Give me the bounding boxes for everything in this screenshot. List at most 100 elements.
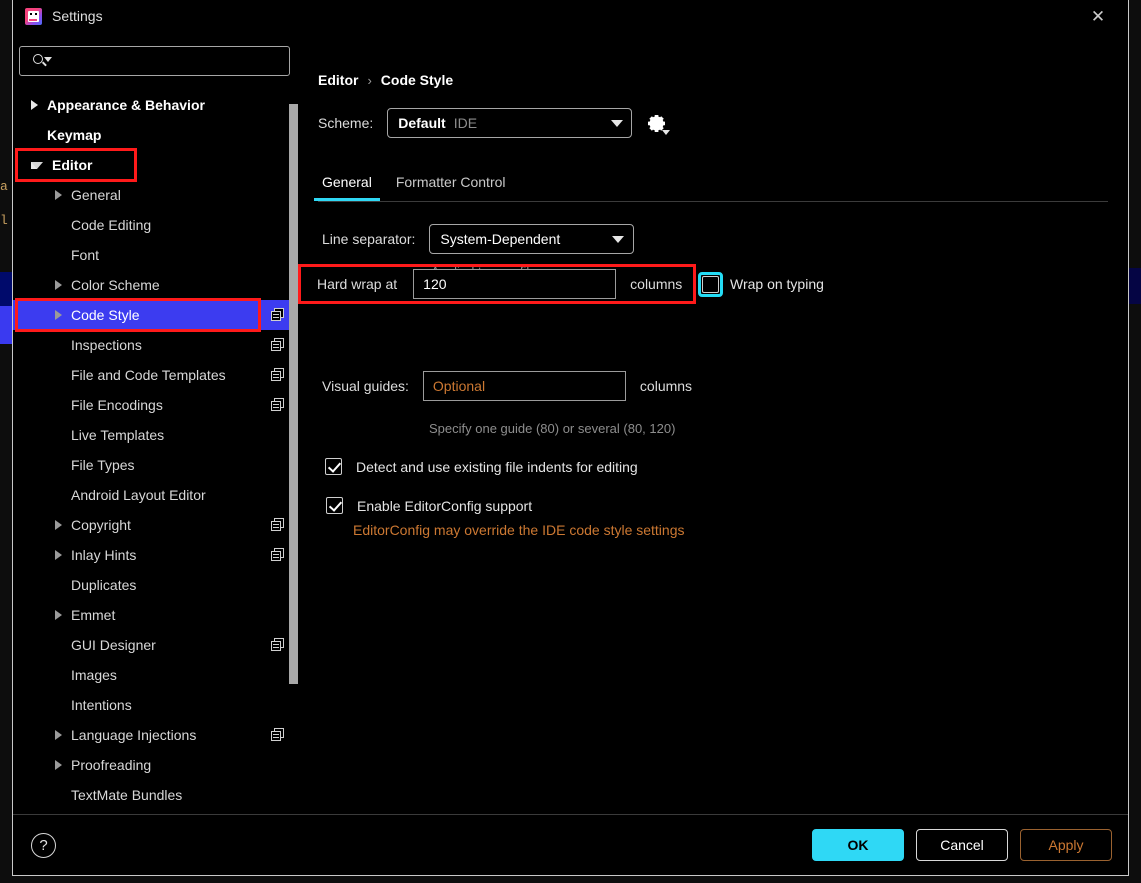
dialog-title: Settings <box>52 8 103 24</box>
sidebar-item-live-templates[interactable]: Live Templates <box>13 420 298 450</box>
search-input[interactable] <box>50 53 281 70</box>
sidebar-item-label: File Types <box>71 457 135 473</box>
chevron-right-icon[interactable] <box>55 610 62 620</box>
visual-guides-input[interactable] <box>423 371 626 401</box>
settings-dialog: Settings ✕ Appearance & BehaviorKeymapEd… <box>12 0 1129 876</box>
sidebar-item-proofreading[interactable]: Proofreading <box>13 750 298 780</box>
sidebar-item-inlay-hints[interactable]: Inlay Hints <box>13 540 298 570</box>
breadcrumb: Editor › Code Style <box>318 72 1108 88</box>
sidebar-item-file-encodings[interactable]: File Encodings <box>13 390 298 420</box>
sidebar-item-file-and-code-templates[interactable]: File and Code Templates <box>13 360 298 390</box>
wrap-on-typing-annotation-ring <box>698 272 723 297</box>
hard-wrap-input[interactable] <box>413 269 616 299</box>
chevron-right-icon[interactable] <box>31 100 38 110</box>
sidebar-item-label: Color Scheme <box>71 277 160 293</box>
wrap-on-typing-row: Wrap on typing <box>702 264 824 304</box>
tab-bar: General Formatter Control <box>318 174 1108 202</box>
copy-settings-icon[interactable] <box>271 518 284 531</box>
chevron-right-icon[interactable] <box>55 310 62 320</box>
sidebar-item-label: Code Style <box>71 307 139 323</box>
sidebar-item-label: Inspections <box>71 337 142 353</box>
sidebar-item-keymap[interactable]: Keymap <box>13 120 298 150</box>
detect-indents-label: Detect and use existing file indents for… <box>356 459 638 475</box>
sidebar-item-intentions[interactable]: Intentions <box>13 690 298 720</box>
line-separator-value: System-Dependent <box>440 231 602 247</box>
copy-settings-icon[interactable] <box>271 548 284 561</box>
sidebar-item-label: Appearance & Behavior <box>47 97 205 113</box>
tab-underline <box>318 201 1108 202</box>
sidebar-item-code-editing[interactable]: Code Editing <box>13 210 298 240</box>
help-icon[interactable]: ? <box>31 833 56 858</box>
editorconfig-checkbox[interactable] <box>326 497 343 514</box>
scheme-value: Default <box>398 115 445 131</box>
copy-settings-icon[interactable] <box>271 638 284 651</box>
sidebar-item-code-style[interactable]: Code Style <box>13 300 298 330</box>
sidebar-item-label: Inlay Hints <box>71 547 136 563</box>
copy-settings-icon[interactable] <box>271 398 284 411</box>
sidebar-item-images[interactable]: Images <box>13 660 298 690</box>
sidebar-item-label: File and Code Templates <box>71 367 226 383</box>
hard-wrap-label: Hard wrap at <box>317 276 397 292</box>
sidebar-item-appearance-behavior[interactable]: Appearance & Behavior <box>13 90 298 120</box>
sidebar-item-emmet[interactable]: Emmet <box>13 600 298 630</box>
sidebar-item-language-injections[interactable]: Language Injections <box>13 720 298 750</box>
chevron-right-icon[interactable] <box>55 520 62 530</box>
apply-button[interactable]: Apply <box>1020 829 1112 861</box>
visual-guides-label: Visual guides: <box>322 378 409 394</box>
gear-icon[interactable] <box>646 112 668 134</box>
tab-formatter-control[interactable]: Formatter Control <box>396 174 506 201</box>
settings-content-pane: Editor › Code Style Scheme: Default IDE <box>298 32 1128 814</box>
sidebar-item-copyright[interactable]: Copyright <box>13 510 298 540</box>
sidebar-item-label: TextMate Bundles <box>71 787 182 803</box>
chevron-right-icon[interactable] <box>55 190 62 200</box>
chevron-right-icon[interactable] <box>55 730 62 740</box>
sidebar-item-inspections[interactable]: Inspections <box>13 330 298 360</box>
scheme-dropdown[interactable]: Default IDE <box>387 108 632 138</box>
ok-button[interactable]: OK <box>812 829 904 861</box>
line-separator-label: Line separator: <box>322 231 415 247</box>
detect-indents-checkbox[interactable] <box>325 458 342 475</box>
sidebar-item-file-types[interactable]: File Types <box>13 450 298 480</box>
sidebar-item-editor[interactable]: Editor <box>13 150 298 180</box>
close-icon[interactable]: ✕ <box>1076 0 1120 32</box>
sidebar-item-label: Code Editing <box>71 217 151 233</box>
sidebar-item-label: Proofreading <box>71 757 151 773</box>
copy-settings-icon[interactable] <box>271 308 284 321</box>
tab-general[interactable]: General <box>322 174 372 201</box>
sidebar-item-gui-designer[interactable]: GUI Designer <box>13 630 298 660</box>
search-box[interactable] <box>19 46 290 76</box>
sidebar-scrollbar[interactable] <box>289 90 298 814</box>
visual-guides-row: Visual guides: columns <box>318 371 1108 401</box>
visual-guides-hint: Specify one guide (80) or several (80, 1… <box>429 421 1108 436</box>
sidebar-item-color-scheme[interactable]: Color Scheme <box>13 270 298 300</box>
settings-tree: Appearance & Behavior KeymapEditorGeneral… <box>13 90 298 814</box>
sidebar-item-duplicates[interactable]: Duplicates <box>13 570 298 600</box>
line-separator-row: Line separator: System-Dependent <box>318 224 1108 254</box>
sidebar-scrollbar-thumb[interactable] <box>289 104 298 684</box>
cancel-button[interactable]: Cancel <box>916 829 1008 861</box>
sidebar-item-label: Live Templates <box>71 427 164 443</box>
line-separator-dropdown[interactable]: System-Dependent <box>429 224 634 254</box>
chevron-right-icon[interactable] <box>55 760 62 770</box>
dialog-footer: ? OK Cancel Apply <box>13 815 1128 875</box>
search-icon <box>32 52 50 70</box>
chevron-right-icon[interactable] <box>55 280 62 290</box>
chevron-right-icon[interactable] <box>55 550 62 560</box>
chevron-down-icon <box>611 120 623 127</box>
sidebar-item-general[interactable]: General <box>13 180 298 210</box>
scheme-row: Scheme: Default IDE <box>318 108 1108 138</box>
breadcrumb-current: Code Style <box>381 72 453 88</box>
sidebar-item-font[interactable]: Font <box>13 240 298 270</box>
breadcrumb-parent[interactable]: Editor <box>318 72 358 88</box>
dialog-titlebar: Settings ✕ <box>13 0 1128 32</box>
sidebar-item-label: Duplicates <box>71 577 136 593</box>
wrap-on-typing-label: Wrap on typing <box>730 276 824 292</box>
sidebar-item-textmate-bundles[interactable]: TextMate Bundles <box>13 780 298 810</box>
copy-settings-icon[interactable] <box>271 338 284 351</box>
intellij-idea-icon <box>25 8 42 25</box>
chevron-down-icon[interactable] <box>31 162 43 169</box>
sidebar-item-android-layout-editor[interactable]: Android Layout Editor <box>13 480 298 510</box>
copy-settings-icon[interactable] <box>271 728 284 741</box>
breadcrumb-separator-icon: › <box>367 73 371 88</box>
copy-settings-icon[interactable] <box>271 368 284 381</box>
